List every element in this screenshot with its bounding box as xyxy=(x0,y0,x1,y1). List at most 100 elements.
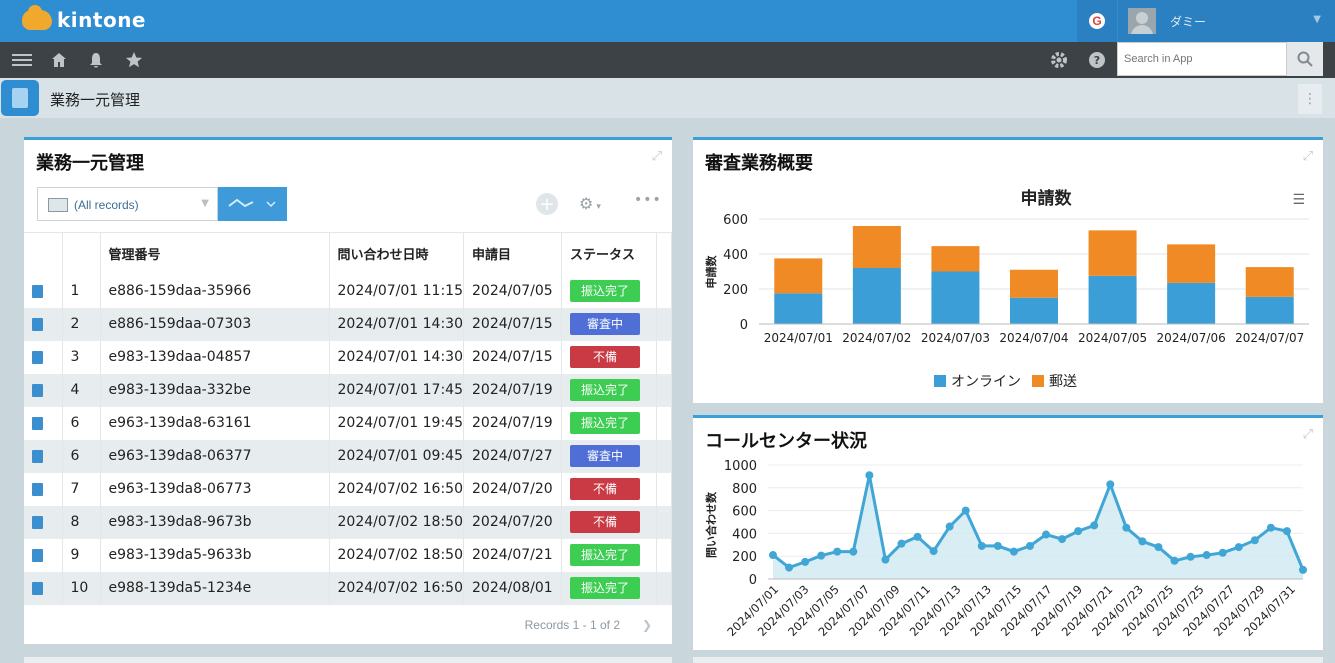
menu-icon[interactable] xyxy=(12,51,32,69)
column-header-status[interactable]: ステータス xyxy=(561,232,657,275)
record-number: 3 xyxy=(62,340,101,374)
status-cell: 振込完了 xyxy=(561,373,657,407)
expand-icon[interactable]: ⤢ xyxy=(652,149,662,164)
record-number: 10 xyxy=(62,571,101,605)
table-row[interactable]: 3 e983-139daa-04857 2024/07/01 14:30 2024/0… xyxy=(24,340,672,374)
bell-icon[interactable] xyxy=(88,51,104,73)
record-detail-icon[interactable] xyxy=(32,416,43,430)
table-row[interactable]: 6 e963-139da8-63161 2024/07/01 19:45 2024/0… xyxy=(24,406,672,440)
google-apps-button[interactable]: G xyxy=(1077,0,1117,42)
table-row[interactable]: 6 e963-139da8-06377 2024/07/01 09:45 2024/0… xyxy=(24,439,672,473)
applications-bar-chart: 申請数 0 200 400 600 申請数 2024/07/01 2024/07/02 2024… xyxy=(704,188,1309,390)
record-detail-cell[interactable] xyxy=(24,505,63,539)
record-number: 4 xyxy=(62,373,101,407)
svg-text:?: ? xyxy=(1094,54,1100,67)
bar-online xyxy=(852,268,901,324)
search-box xyxy=(1117,42,1287,76)
record-detail-cell[interactable] xyxy=(24,406,63,440)
more-options-icon[interactable]: ⋮ xyxy=(1298,84,1322,114)
inquiry-datetime: 2024/07/01 11:15 xyxy=(329,274,464,308)
star-icon[interactable] xyxy=(125,51,143,73)
record-detail-cell[interactable] xyxy=(24,439,63,473)
home-icon[interactable] xyxy=(50,51,68,73)
table-row[interactable]: 1 e886-159daa-35966 2024/07/01 11:15 2024/0… xyxy=(24,274,672,308)
data-point xyxy=(913,532,922,541)
management-number: e988-139da5-1234e xyxy=(100,571,330,605)
inquiries-area-chart: 02004006008001000問い合わせ数2024/07/012024/07… xyxy=(704,459,1307,639)
row-spacer xyxy=(656,340,672,374)
records-panel: 業務一元管理 ⤢ (All records) ▼ + ⚙ ▾ ••• 管理番号 問… xyxy=(24,137,672,644)
record-detail-cell[interactable] xyxy=(24,538,63,572)
next-page-icon[interactable]: ❯ xyxy=(642,618,652,632)
user-menu[interactable]: ダミー ▼ xyxy=(1118,0,1335,42)
data-point xyxy=(833,547,842,556)
settings-gear-icon[interactable]: ⚙ ▾ xyxy=(579,194,601,213)
bar-mail xyxy=(1167,244,1216,283)
record-detail-icon[interactable] xyxy=(32,482,43,496)
data-point xyxy=(1202,551,1211,560)
record-detail-icon[interactable] xyxy=(32,515,43,529)
column-header-spacer xyxy=(656,232,672,275)
record-detail-cell[interactable] xyxy=(24,472,63,506)
management-number: e983-139daa-04857 xyxy=(100,340,330,374)
table-row[interactable]: 10 e988-139da5-1234e 2024/07/02 16:50 2024/… xyxy=(24,571,672,605)
application-date: 2024/07/19 xyxy=(463,373,562,407)
record-detail-icon[interactable] xyxy=(32,383,43,397)
bottom-panel-edge xyxy=(24,657,672,663)
kintone-logo[interactable]: kintone xyxy=(22,5,146,34)
record-detail-cell[interactable] xyxy=(24,571,63,605)
data-point xyxy=(977,541,986,550)
bar-online xyxy=(1010,297,1058,324)
column-header-datetime[interactable]: 問い合わせ日時 xyxy=(329,232,464,275)
record-detail-cell[interactable] xyxy=(24,373,63,407)
search-button[interactable] xyxy=(1287,42,1323,76)
review-panel: 審査業務概要 ⤢ ☰ 申請数 0 200 400 600 申請数 2024/07/01 202… xyxy=(693,137,1323,403)
y-tick-label: 800 xyxy=(732,482,757,497)
view-selector[interactable]: (All records) ▼ xyxy=(37,187,218,221)
help-icon[interactable]: ? xyxy=(1088,51,1106,73)
pagination-text: Records 1 - 1 of 2 xyxy=(524,618,620,632)
app-icon[interactable] xyxy=(1,80,39,116)
column-header-date[interactable]: 申請目 xyxy=(463,232,562,275)
table-row[interactable]: 2 e886-159daa-07303 2024/07/01 14:30 2024/0… xyxy=(24,307,672,341)
record-number: 6 xyxy=(62,406,101,440)
status-badge: 不備 xyxy=(570,511,640,533)
x-tick-label: 2024/07/02 xyxy=(842,331,911,345)
more-actions-icon[interactable]: ••• xyxy=(634,192,662,208)
record-number: 1 xyxy=(62,274,101,308)
table-row[interactable]: 7 e963-139da8-06773 2024/07/02 16:50 2024/0… xyxy=(24,472,672,506)
top-header: kintone G ダミー ▼ xyxy=(0,0,1335,42)
record-detail-icon[interactable] xyxy=(32,581,43,595)
table-row[interactable]: 4 e983-139daa-332be 2024/07/01 17:45 2024/0… xyxy=(24,373,672,407)
table-row[interactable]: 8 e983-139da8-9673b 2024/07/02 18:50 2024/0… xyxy=(24,505,672,539)
column-header-id[interactable]: 管理番号 xyxy=(100,232,330,275)
search-input[interactable] xyxy=(1118,43,1286,75)
record-detail-cell[interactable] xyxy=(24,307,63,341)
add-record-button[interactable]: + xyxy=(536,193,558,215)
table-row[interactable]: 9 e983-139da5-9633b 2024/07/02 18:50 2024/0… xyxy=(24,538,672,572)
record-detail-cell[interactable] xyxy=(24,340,63,374)
y-tick-label: 200 xyxy=(732,550,757,565)
gear-icon[interactable] xyxy=(1050,51,1068,73)
graph-view-button[interactable] xyxy=(218,187,287,221)
x-tick-label: 2024/07/05 xyxy=(1078,331,1147,345)
y-axis-label: 申請数 xyxy=(704,255,718,289)
data-point xyxy=(1042,530,1051,539)
google-icon: G xyxy=(1089,13,1105,29)
record-detail-cell[interactable] xyxy=(24,274,63,308)
record-detail-icon[interactable] xyxy=(32,284,43,298)
record-detail-icon[interactable] xyxy=(32,449,43,463)
data-point xyxy=(865,471,874,480)
column-header-icon xyxy=(24,232,63,275)
callcenter-panel: コールセンター状況 ⤢ 0 200 400 600 800 1000 問い合わせ数 2024/… xyxy=(693,415,1323,650)
record-detail-icon[interactable] xyxy=(32,548,43,562)
record-number: 9 xyxy=(62,538,101,572)
record-detail-icon[interactable] xyxy=(32,317,43,331)
data-point xyxy=(1122,523,1131,532)
app-title: 業務一元管理 xyxy=(50,91,141,109)
application-date: 2024/07/21 xyxy=(463,538,562,572)
row-spacer xyxy=(656,373,672,407)
record-detail-icon[interactable] xyxy=(32,350,43,364)
row-spacer xyxy=(656,571,672,605)
data-point xyxy=(945,522,954,531)
